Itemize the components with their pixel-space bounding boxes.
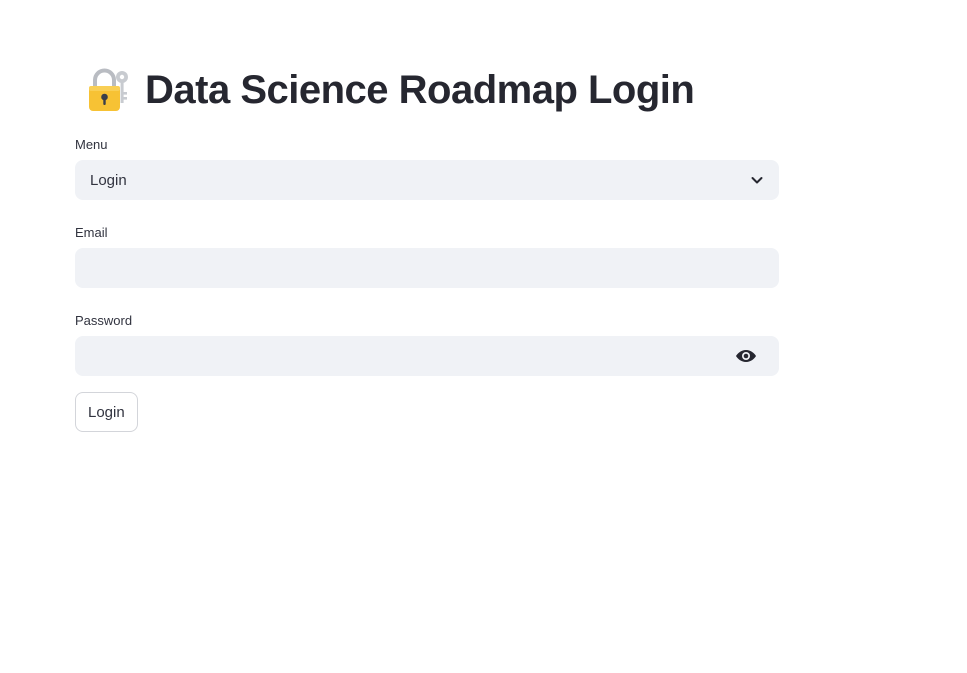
password-label: Password [75, 313, 133, 328]
chevron-down-icon [749, 172, 765, 188]
email-label: Email [75, 225, 108, 240]
email-input-wrapper [75, 248, 779, 288]
email-field-group: Email [75, 224, 779, 288]
app-page: Data Science Roadmap Login Menu Login Em… [0, 0, 967, 673]
eye-icon[interactable] [735, 347, 757, 365]
menu-select[interactable]: Login [75, 160, 779, 200]
password-input[interactable] [75, 336, 779, 376]
password-field-group: Password [75, 312, 779, 376]
email-input[interactable] [75, 248, 779, 288]
login-button[interactable]: Login [75, 392, 138, 432]
menu-field: Menu Login [75, 136, 779, 200]
menu-selected-value: Login [90, 171, 127, 189]
lock-with-key-icon [81, 65, 135, 115]
title-row: Data Science Roadmap Login [75, 62, 779, 118]
main-content: Data Science Roadmap Login Menu Login Em… [75, 62, 779, 432]
page-title: Data Science Roadmap Login [145, 67, 695, 112]
password-input-wrapper [75, 336, 779, 376]
menu-label: Menu [75, 137, 108, 152]
